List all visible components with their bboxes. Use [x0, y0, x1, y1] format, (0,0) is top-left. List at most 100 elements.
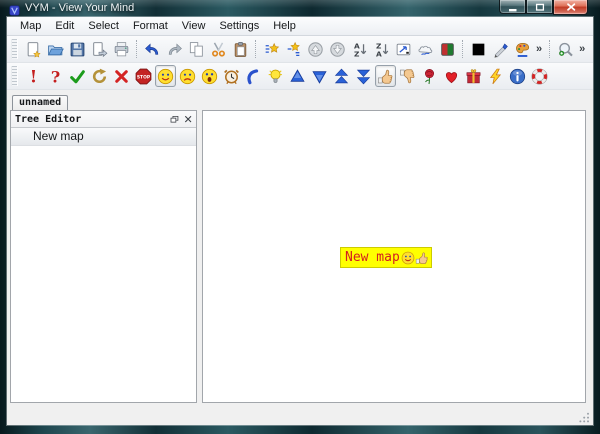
flag-thumb-up-button[interactable] — [375, 65, 396, 87]
export-map-button[interactable] — [89, 38, 110, 60]
open-map-button[interactable] — [45, 38, 66, 60]
flag-thumb-down-button[interactable] — [397, 65, 418, 87]
flag-phone-icon — [245, 68, 262, 85]
tree-item[interactable]: New map — [11, 128, 196, 146]
color-black-button[interactable] — [468, 38, 489, 60]
flag-refine-button[interactable] — [89, 65, 110, 87]
flag-thumb-up-node-flag — [415, 251, 429, 265]
flag-exclamation-icon: ! — [25, 68, 42, 85]
dock-float-button[interactable] — [168, 114, 179, 125]
maximize-button[interactable] — [526, 0, 553, 14]
flag-arrow-down-button[interactable] — [309, 65, 330, 87]
menu-edit[interactable]: Edit — [48, 18, 81, 34]
flag-question-button[interactable]: ? — [45, 65, 66, 87]
menu-map[interactable]: Map — [13, 18, 48, 34]
flag-smiley-good-button[interactable] — [155, 65, 176, 87]
move-branch-up-button[interactable] — [305, 38, 326, 60]
toggle-hide-export-button[interactable] — [415, 38, 436, 60]
menu-settings[interactable]: Settings — [212, 18, 266, 34]
color-branch-button[interactable] — [512, 38, 533, 60]
flag-present-button[interactable] — [463, 65, 484, 87]
menu-format[interactable]: Format — [126, 18, 175, 34]
menu-view[interactable]: View — [175, 18, 213, 34]
flag-smiley-sad-icon — [179, 68, 196, 85]
titlebar[interactable]: VYM - View Your Mind — [0, 0, 600, 17]
toggle-scroll-button[interactable] — [393, 38, 414, 60]
map-background-color-button[interactable] — [437, 38, 458, 60]
toolbar-separator — [549, 40, 550, 58]
new-map-button[interactable] — [23, 38, 44, 60]
tree-editor-header[interactable]: Tree Editor — [11, 111, 196, 128]
color-picker-icon — [492, 41, 509, 58]
win-close-icon — [565, 1, 577, 13]
zoom-in-button[interactable] — [555, 38, 576, 60]
flag-ok-icon — [69, 68, 86, 85]
color-picker-button[interactable] — [490, 38, 511, 60]
flag-smiley-good-node-flag — [401, 251, 415, 265]
toolbar-handle[interactable] — [11, 39, 18, 59]
dock-close-icon — [183, 114, 193, 124]
tab-unnamed[interactable]: unnamed — [12, 95, 68, 111]
flag-smiley-good-icon — [157, 68, 174, 85]
flag-arrow-up-button[interactable] — [287, 65, 308, 87]
flag-clock-button[interactable] — [221, 65, 242, 87]
menu-select[interactable]: Select — [81, 18, 126, 34]
minimize-button[interactable] — [499, 0, 526, 14]
flag-rose-button[interactable] — [419, 65, 440, 87]
resize-grip[interactable] — [579, 410, 590, 421]
move-branch-up-icon — [307, 41, 324, 58]
flag-heart-button[interactable] — [441, 65, 462, 87]
flag-smiley-omg-icon — [201, 68, 218, 85]
map-node-label: New map — [345, 250, 400, 265]
window-controls — [499, 0, 588, 15]
paste-button[interactable] — [230, 38, 251, 60]
tree-list[interactable]: New map — [11, 128, 196, 146]
close-button[interactable] — [553, 0, 588, 15]
flag-cross-button[interactable] — [111, 65, 132, 87]
sort-descending-button[interactable]: ZA — [371, 38, 392, 60]
flag-smiley-omg-button[interactable] — [199, 65, 220, 87]
redo-button[interactable] — [164, 38, 185, 60]
map-node[interactable]: New map — [340, 247, 432, 268]
flag-info-button[interactable] — [507, 65, 528, 87]
dock-close-button[interactable] — [182, 114, 193, 125]
sort-descending-icon: ZA — [373, 41, 390, 58]
sort-ascending-button[interactable]: AZ — [349, 38, 370, 60]
move-branch-down-button[interactable] — [327, 38, 348, 60]
add-branch-above-button[interactable] — [283, 38, 304, 60]
open-map-icon — [47, 41, 64, 58]
menu-help[interactable]: Help — [266, 18, 303, 34]
flag-arrow-2down-button[interactable] — [353, 65, 374, 87]
redo-icon — [166, 41, 183, 58]
flag-rose-icon — [421, 68, 438, 85]
add-branch-button[interactable] — [261, 38, 282, 60]
flag-phone-button[interactable] — [243, 65, 264, 87]
save-map-button[interactable] — [67, 38, 88, 60]
flag-lamp-icon — [267, 68, 284, 85]
undo-button[interactable] — [142, 38, 163, 60]
flag-smiley-sad-button[interactable] — [177, 65, 198, 87]
toolbar-handle[interactable] — [11, 66, 18, 86]
toolbar-overflow-button[interactable]: » — [576, 43, 588, 55]
copy-button[interactable] — [186, 38, 207, 60]
flag-exclamation-button[interactable]: ! — [23, 65, 44, 87]
flag-flash-button[interactable] — [485, 65, 506, 87]
map-editor-canvas[interactable]: New map — [202, 110, 586, 403]
vym-window: VYM - View Your Mind MapEditSelectFormat… — [0, 0, 600, 434]
dock-float-icon — [169, 114, 179, 124]
cut-button[interactable] — [208, 38, 229, 60]
flag-arrow-2up-button[interactable] — [331, 65, 352, 87]
flag-lamp-button[interactable] — [265, 65, 286, 87]
print-map-button[interactable] — [111, 38, 132, 60]
flag-lifebelt-button[interactable] — [529, 65, 550, 87]
color-black-icon — [470, 41, 487, 58]
app-icon[interactable] — [9, 3, 20, 14]
flag-thumb-up-icon — [415, 251, 429, 265]
dock-buttons — [165, 114, 193, 125]
flag-stopsign-button[interactable]: STOP — [133, 65, 154, 87]
map-background-color-icon — [439, 41, 456, 58]
flag-cross-icon — [113, 68, 130, 85]
flag-ok-button[interactable] — [67, 65, 88, 87]
flag-thumb-down-icon — [399, 68, 416, 85]
toolbar-overflow-button[interactable]: » — [533, 43, 545, 55]
